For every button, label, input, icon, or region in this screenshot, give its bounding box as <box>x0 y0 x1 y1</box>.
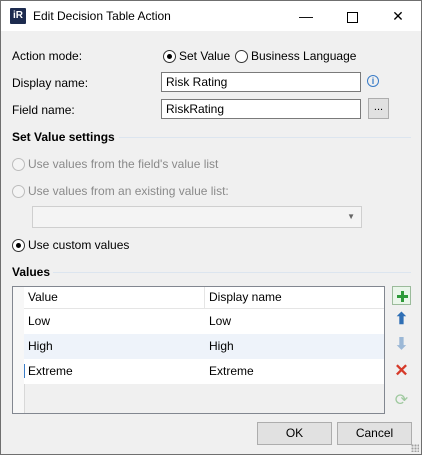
field-name-field[interactable]: RiskRating <box>161 99 361 119</box>
value-cell[interactable]: Low <box>24 309 205 334</box>
column-header-display-name[interactable]: Display name <box>205 287 384 308</box>
add-icon[interactable] <box>392 286 411 305</box>
arrow-up-icon[interactable]: ⬆ <box>392 311 411 330</box>
table-row[interactable]: Extreme Extreme <box>24 359 384 384</box>
table-row[interactable]: Low Low <box>24 309 384 334</box>
display-name-cell[interactable]: Low <box>205 309 384 334</box>
maximize-icon <box>346 11 358 23</box>
action-mode-label: Action mode: <box>12 49 83 63</box>
value-cell[interactable]: Extreme <box>24 359 205 384</box>
values-divider <box>53 272 411 273</box>
ok-button[interactable]: OK <box>257 422 332 445</box>
display-name-label: Display name: <box>12 76 89 90</box>
delete-icon[interactable]: ✕ <box>392 361 411 380</box>
column-header-value[interactable]: Value <box>24 287 205 308</box>
values-grid[interactable]: Value Display name Low Low High High Ext… <box>12 286 385 414</box>
existing-value-list-radio[interactable] <box>12 185 25 198</box>
field-value-list-radio[interactable] <box>12 158 25 171</box>
custom-values-label[interactable]: Use custom values <box>28 238 129 252</box>
existing-value-list-label[interactable]: Use values from an existing value list: <box>28 184 229 198</box>
info-icon[interactable]: i <box>367 75 379 87</box>
set-value-radio[interactable] <box>163 50 176 63</box>
field-name-label: Field name: <box>12 103 75 117</box>
maximize-button[interactable] <box>329 1 375 31</box>
dialog-window: iR Edit Decision Table Action — ✕ Action… <box>0 0 422 455</box>
set-value-settings-heading: Set Value settings <box>12 130 115 144</box>
display-name-cell[interactable]: Extreme <box>205 359 384 384</box>
value-list-dropdown[interactable]: ▼ <box>32 206 362 228</box>
cancel-button[interactable]: Cancel <box>337 422 412 445</box>
table-row[interactable]: High High <box>24 334 384 359</box>
minimize-button[interactable]: — <box>283 1 329 31</box>
browse-button[interactable]: ... <box>368 98 389 119</box>
app-icon: iR <box>10 8 26 24</box>
refresh-icon[interactable]: ⟳ <box>392 391 411 410</box>
custom-values-radio[interactable] <box>12 239 25 252</box>
close-button[interactable]: ✕ <box>375 1 421 31</box>
value-cell[interactable]: High <box>24 334 205 359</box>
display-name-cell[interactable]: High <box>205 334 384 359</box>
display-name-field[interactable]: Risk Rating <box>161 72 361 92</box>
title-bar: iR Edit Decision Table Action — ✕ <box>1 1 421 31</box>
set-value-label[interactable]: Set Value <box>179 49 230 63</box>
values-heading: Values <box>12 265 51 279</box>
section-divider <box>119 137 411 138</box>
business-language-radio[interactable] <box>235 50 248 63</box>
field-value-list-label[interactable]: Use values from the field's value list <box>28 157 218 171</box>
grid-header: Value Display name <box>24 287 384 309</box>
chevron-down-icon: ▼ <box>347 212 355 221</box>
arrow-down-icon[interactable]: ⬇ <box>392 336 411 355</box>
business-language-label[interactable]: Business Language <box>251 49 356 63</box>
row-edit-marker <box>24 364 25 378</box>
window-title: Edit Decision Table Action <box>33 9 171 23</box>
resize-grip[interactable] <box>411 444 419 452</box>
